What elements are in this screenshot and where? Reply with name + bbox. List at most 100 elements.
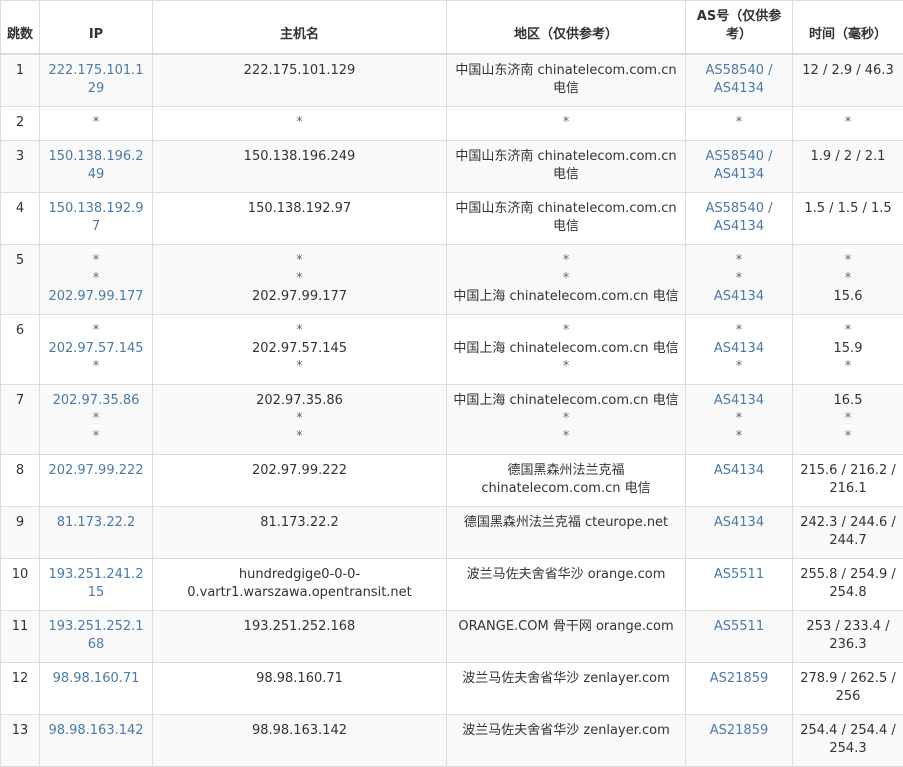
region-cell: ORANGE.COM 骨干网 orange.com — [447, 611, 686, 663]
table-row: 1222.175.101.129222.175.101.129中国山东济南 ch… — [1, 54, 903, 107]
ip-link[interactable]: 98.98.163.142 — [46, 722, 146, 740]
as-link[interactable]: AS4134 — [692, 340, 786, 358]
time-text: 253 / 233.4 / 236.3 — [799, 618, 897, 654]
header-as: AS号（仅供参考） — [686, 1, 793, 55]
header-hostname: 主机名 — [153, 1, 447, 55]
time-cell: 215.6 / 216.2 / 216.1 — [793, 455, 903, 507]
region-cell: 中国山东济南 chinatelecom.com.cn 电信 — [447, 141, 686, 193]
ip-link[interactable]: 193.251.252.168 — [46, 618, 146, 654]
hostname-cell: * — [153, 107, 447, 141]
ip-cell: 202.97.99.222 — [40, 455, 153, 507]
ip-link[interactable]: 150.138.196.249 — [46, 148, 146, 184]
time-text: 1.9 / 2 / 2.1 — [799, 148, 897, 166]
table-row: 1298.98.160.7198.98.160.71波兰马佐夫舍省华沙 zenl… — [1, 663, 903, 715]
time-text: 1.5 / 1.5 / 1.5 — [799, 200, 897, 218]
header-row: 跳数 IP 主机名 地区（仅供参考） AS号（仅供参考） 时间（毫秒） — [1, 1, 903, 55]
ip-link[interactable]: 202.97.99.222 — [46, 462, 146, 480]
ip-link[interactable]: 202.97.57.145 — [46, 340, 146, 358]
no-response-marker: * — [692, 322, 786, 340]
ip-cell: 222.175.101.129 — [40, 54, 153, 107]
table-row: 7202.97.35.86**202.97.35.86**中国上海 chinat… — [1, 385, 903, 455]
region-cell: 波兰马佐夫舍省华沙 zenlayer.com — [447, 663, 686, 715]
no-response-marker: * — [799, 270, 897, 288]
ip-link[interactable]: 81.173.22.2 — [46, 514, 146, 532]
as-link[interactable]: AS58540 / AS4134 — [692, 200, 786, 236]
hop-number: 13 — [1, 715, 40, 767]
no-response-marker: * — [453, 428, 679, 446]
table-row: 4150.138.192.97150.138.192.97中国山东济南 chin… — [1, 193, 903, 245]
region-cell: *中国上海 chinatelecom.com.cn 电信* — [447, 315, 686, 385]
ip-link[interactable]: 202.97.99.177 — [46, 288, 146, 306]
region-text: ORANGE.COM 骨干网 orange.com — [453, 618, 679, 636]
time-cell: 1.9 / 2 / 2.1 — [793, 141, 903, 193]
as-link[interactable]: AS58540 / AS4134 — [692, 62, 786, 98]
hop-number: 9 — [1, 507, 40, 559]
no-response-marker: * — [159, 358, 440, 376]
ip-link[interactable]: 150.138.192.97 — [46, 200, 146, 236]
as-link[interactable]: AS4134 — [692, 392, 786, 410]
time-cell: * — [793, 107, 903, 141]
region-cell: 德国黑森州法兰克福 cteurope.net — [447, 507, 686, 559]
as-cell: **AS4134 — [686, 245, 793, 315]
hop-number: 7 — [1, 385, 40, 455]
hostname-cell: **202.97.99.177 — [153, 245, 447, 315]
ip-cell: 98.98.160.71 — [40, 663, 153, 715]
hop-number: 10 — [1, 559, 40, 611]
as-link[interactable]: AS5511 — [692, 566, 786, 584]
no-response-marker: * — [453, 410, 679, 428]
time-text: 15.9 — [799, 340, 897, 358]
hostname-cell: 222.175.101.129 — [153, 54, 447, 107]
time-cell: 242.3 / 244.6 / 244.7 — [793, 507, 903, 559]
hostname-text: 193.251.252.168 — [159, 618, 440, 636]
time-cell: **15.6 — [793, 245, 903, 315]
no-response-marker: * — [46, 270, 146, 288]
no-response-marker: * — [46, 428, 146, 446]
table-row: 6*202.97.57.145**202.97.57.145**中国上海 chi… — [1, 315, 903, 385]
as-link[interactable]: AS4134 — [692, 288, 786, 306]
no-response-marker: * — [46, 114, 146, 132]
hostname-cell: *202.97.57.145* — [153, 315, 447, 385]
region-cell: 波兰马佐夫舍省华沙 orange.com — [447, 559, 686, 611]
hostname-cell: 81.173.22.2 — [153, 507, 447, 559]
region-text: 波兰马佐夫舍省华沙 zenlayer.com — [453, 670, 679, 688]
time-cell: 253 / 233.4 / 236.3 — [793, 611, 903, 663]
hop-number: 8 — [1, 455, 40, 507]
no-response-marker: * — [692, 270, 786, 288]
as-link[interactable]: AS58540 / AS4134 — [692, 148, 786, 184]
as-cell: AS4134 — [686, 455, 793, 507]
ip-cell: 150.138.196.249 — [40, 141, 153, 193]
no-response-marker: * — [159, 410, 440, 428]
no-response-marker: * — [799, 358, 897, 376]
as-link[interactable]: AS21859 — [692, 722, 786, 740]
hop-number: 1 — [1, 54, 40, 107]
as-cell: AS5511 — [686, 559, 793, 611]
as-link[interactable]: AS4134 — [692, 514, 786, 532]
no-response-marker: * — [799, 322, 897, 340]
no-response-marker: * — [799, 428, 897, 446]
table-row: 5**202.97.99.177**202.97.99.177**中国上海 ch… — [1, 245, 903, 315]
table-row: 2***** — [1, 107, 903, 141]
as-cell: AS4134 — [686, 507, 793, 559]
hop-number: 2 — [1, 107, 40, 141]
region-cell: 中国山东济南 chinatelecom.com.cn 电信 — [447, 54, 686, 107]
hostname-cell: 150.138.196.249 — [153, 141, 447, 193]
as-link[interactable]: AS5511 — [692, 618, 786, 636]
ip-link[interactable]: 193.251.241.215 — [46, 566, 146, 602]
region-text: 中国山东济南 chinatelecom.com.cn 电信 — [453, 200, 679, 236]
no-response-marker: * — [692, 358, 786, 376]
ip-link[interactable]: 98.98.160.71 — [46, 670, 146, 688]
hostname-cell: 98.98.163.142 — [153, 715, 447, 767]
as-cell: AS21859 — [686, 715, 793, 767]
time-text: 242.3 / 244.6 / 244.7 — [799, 514, 897, 550]
as-link[interactable]: AS21859 — [692, 670, 786, 688]
ip-link[interactable]: 202.97.35.86 — [46, 392, 146, 410]
hop-number: 3 — [1, 141, 40, 193]
header-ip: IP — [40, 1, 153, 55]
table-row: 3150.138.196.249150.138.196.249中国山东济南 ch… — [1, 141, 903, 193]
as-link[interactable]: AS4134 — [692, 462, 786, 480]
time-cell: 254.4 / 254.4 / 254.3 — [793, 715, 903, 767]
hostname-text: 98.98.160.71 — [159, 670, 440, 688]
time-cell: 255.8 / 254.9 / 254.8 — [793, 559, 903, 611]
ip-link[interactable]: 222.175.101.129 — [46, 62, 146, 98]
hostname-cell: 202.97.35.86** — [153, 385, 447, 455]
